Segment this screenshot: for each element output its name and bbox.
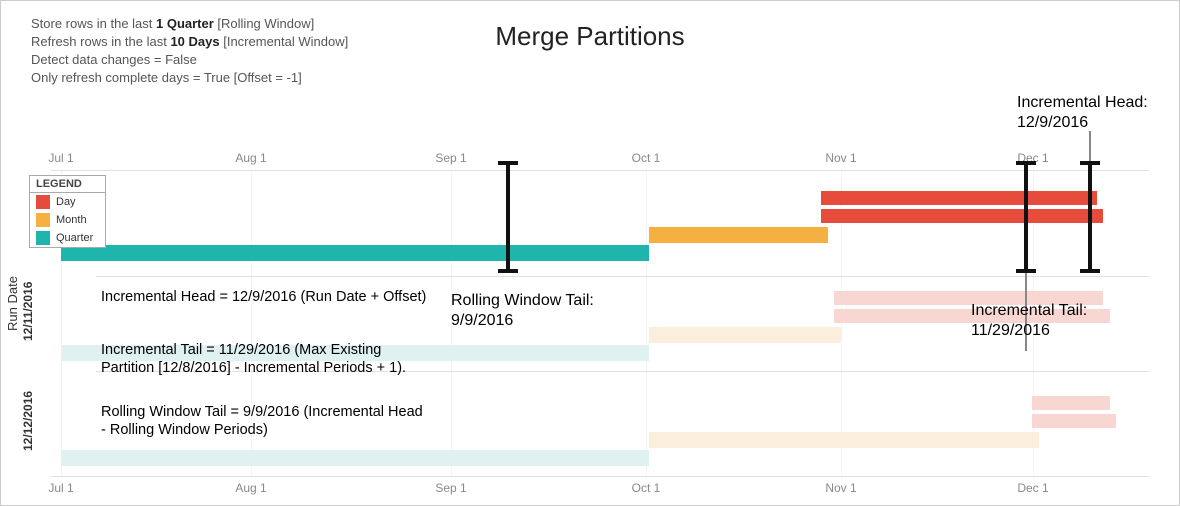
partition-day (1102, 414, 1116, 428)
legend-row-quarter: Quarter (30, 229, 105, 247)
config-line-detect: Detect data changes = False (31, 51, 348, 69)
guideline-incremental-head (1089, 131, 1091, 161)
axis-bottom: Jul 1 Aug 1 Sep 1 Oct 1 Nov 1 Dec 1 (51, 476, 1149, 496)
legend-row-day: Day (30, 193, 105, 211)
legend-swatch-quarter (36, 231, 50, 245)
y-axis-label: Run Date (5, 276, 20, 331)
legend-header: LEGEND (30, 176, 105, 193)
config-block: Store rows in the last 1 Quarter [Rollin… (31, 15, 348, 87)
caption-inc-tail: Incremental Tail = 11/29/2016 (Max Exist… (101, 341, 431, 377)
axis-tick: Oct 1 (632, 151, 661, 165)
axis-tick: Sep 1 (435, 481, 466, 495)
axis-tick: Aug 1 (235, 151, 266, 165)
caption-rolling-tail: Rolling Window Tail = 9/9/2016 (Incremen… (101, 403, 431, 439)
axis-tick: Nov 1 (825, 481, 856, 495)
axis-top: Jul 1 Aug 1 Sep 1 Oct 1 Nov 1 Dec 1 (51, 151, 1149, 171)
config-line-incremental: Refresh rows in the last 10 Days [Increm… (31, 33, 348, 51)
partition-bar-quarter (61, 245, 649, 261)
config-line-rolling: Store rows in the last 1 Quarter [Rollin… (31, 15, 348, 33)
legend: LEGEND Day Month Quarter (29, 175, 106, 248)
axis-tick: Dec 1 (1017, 481, 1048, 495)
bracket-incremental-head (1088, 163, 1092, 271)
partition-bar-month (649, 327, 841, 343)
legend-swatch-month (36, 213, 50, 227)
annotation-incremental-tail: Incremental Tail:11/29/2016 (971, 301, 1087, 341)
axis-tick: Aug 1 (235, 481, 266, 495)
config-line-completedays: Only refresh complete days = True [Offse… (31, 69, 348, 87)
diagram-canvas: Merge Partitions Store rows in the last … (0, 0, 1180, 506)
axis-tick: Sep 1 (435, 151, 466, 165)
partition-bar-quarter (61, 450, 649, 466)
legend-swatch-day (36, 195, 50, 209)
partition-day (1096, 309, 1110, 323)
axis-tick: Jul 1 (48, 481, 73, 495)
bracket-rolling-tail (506, 163, 510, 271)
bracket-incremental-tail (1024, 163, 1028, 271)
partition-day (1089, 291, 1103, 305)
y-date-2: 12/12/2016 (21, 391, 35, 451)
axis-tick: Jul 1 (48, 151, 73, 165)
caption-inc-head: Incremental Head = 12/9/2016 (Run Date +… (101, 288, 426, 306)
y-date-1: 12/11/2016 (21, 282, 35, 341)
partition-day (1096, 396, 1110, 410)
annotation-rolling-tail: Rolling Window Tail:9/9/2016 (451, 291, 594, 331)
annotation-incremental-head: Incremental Head:12/9/2016 (1017, 93, 1148, 133)
axis-tick: Oct 1 (632, 481, 661, 495)
partition-bar-month (649, 432, 1039, 448)
partition-bar-month (649, 227, 828, 243)
axis-tick: Nov 1 (825, 151, 856, 165)
legend-row-month: Month (30, 211, 105, 229)
